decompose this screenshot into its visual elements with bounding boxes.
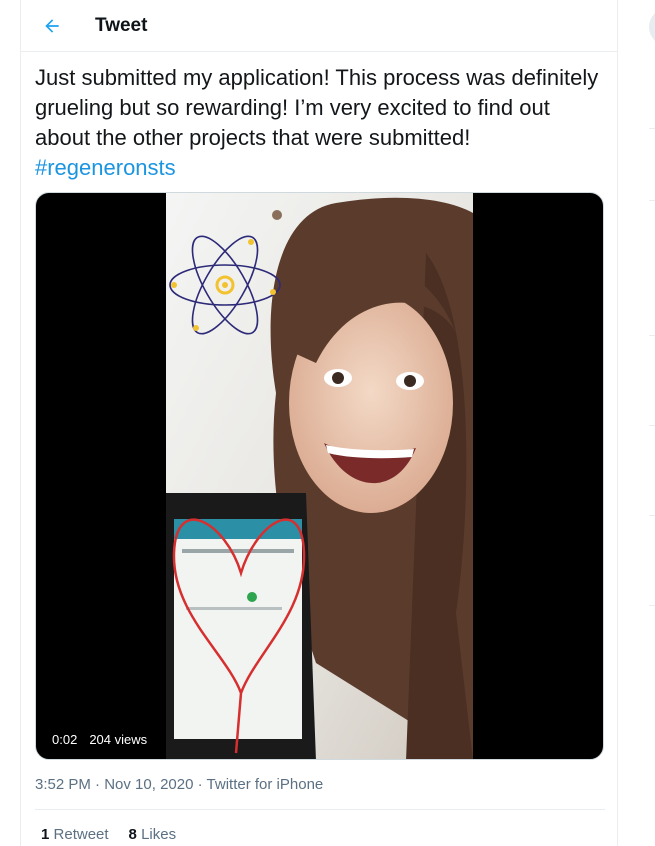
sidebar-avatar[interactable] <box>649 8 655 46</box>
tweet-date[interactable]: Nov 10, 2020 <box>104 776 193 793</box>
meta-separator: · <box>95 776 105 793</box>
video-views: 204 views <box>89 732 148 747</box>
sidebar-divider <box>649 335 655 336</box>
back-button[interactable] <box>37 11 67 41</box>
sidebar-divider <box>649 605 655 606</box>
like-count-value: 8 <box>128 826 137 843</box>
tweet-stats: 1 Retweet 8 Likes <box>41 826 176 843</box>
tweet-source[interactable]: Twitter for iPhone <box>207 776 324 793</box>
retweet-count-value: 1 <box>41 826 50 843</box>
tweet-body: Just submitted my application! This proc… <box>35 65 599 150</box>
sidebar-divider <box>649 128 655 129</box>
tweet-header: Tweet <box>21 0 617 52</box>
arrow-left-icon <box>45 18 59 33</box>
tweet-column: Tweet Just submitted my application! Thi… <box>20 0 618 846</box>
video-player[interactable]: 0:02 204 views <box>35 192 604 760</box>
sidebar-divider <box>649 425 655 426</box>
meta-separator: · <box>197 776 207 793</box>
tweet-metadata: 3:52 PM · Nov 10, 2020 · Twitter for iPh… <box>35 776 323 793</box>
tweet-time[interactable]: 3:52 PM <box>35 776 91 793</box>
like-label: Likes <box>141 826 177 843</box>
retweet-label: Retweet <box>53 826 109 843</box>
tweet-page: Tweet Just submitted my application! Thi… <box>0 0 655 846</box>
page-title: Tweet <box>95 14 148 36</box>
divider <box>35 809 605 810</box>
sidebar-divider <box>649 200 655 201</box>
sidebar-divider <box>649 515 655 516</box>
tweet-text: Just submitted my application! This proc… <box>35 63 610 183</box>
retweet-count[interactable]: 1 Retweet <box>41 826 109 843</box>
hashtag-link[interactable]: #regeneronsts <box>35 155 176 180</box>
left-gutter <box>0 0 20 846</box>
video-meta: 0:02 204 views <box>52 732 147 747</box>
video-time: 0:02 <box>52 732 78 747</box>
right-sidebar <box>619 0 655 846</box>
video-thumbnail <box>166 193 473 759</box>
like-count[interactable]: 8 Likes <box>129 826 177 843</box>
